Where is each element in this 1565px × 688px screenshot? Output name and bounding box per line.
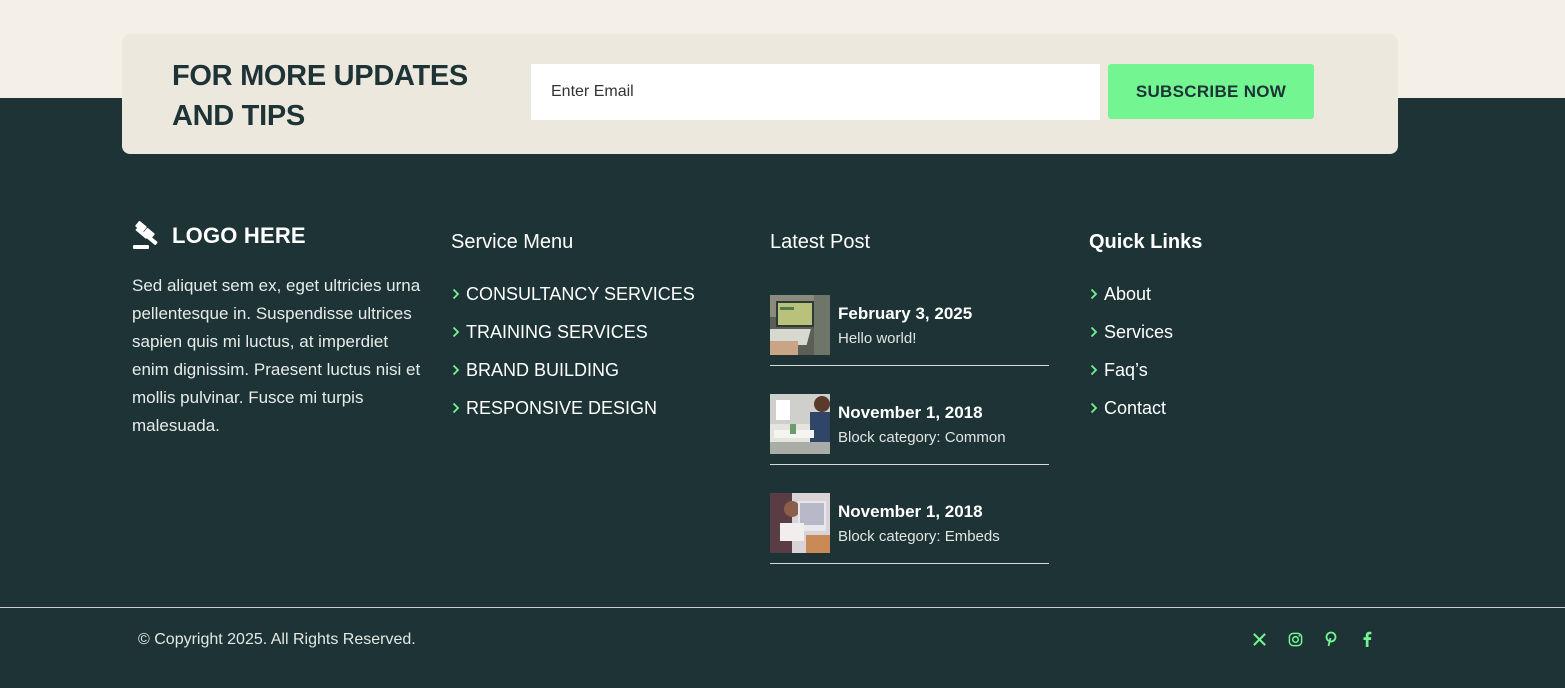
x-icon[interactable]	[1249, 629, 1269, 649]
chevron-right-icon	[452, 326, 460, 338]
quick-link-label: Faq’s	[1104, 359, 1148, 380]
quick-link-label: Contact	[1104, 397, 1167, 418]
email-input[interactable]	[531, 64, 1100, 120]
quick-links-list: About Services Faq’s Contact	[1089, 275, 1379, 427]
facebook-icon[interactable]	[1357, 629, 1377, 649]
newsletter-banner: FOR MORE UPDATES AND TIPS SUBSCRIBE NOW	[122, 34, 1398, 154]
post-item[interactable]: February 3, 2025 Hello world!	[770, 295, 1049, 366]
service-menu-item[interactable]: BRAND BUILDING	[451, 351, 741, 389]
quick-link-item[interactable]: Faq’s	[1089, 351, 1379, 389]
service-menu-item[interactable]: RESPONSIVE DESIGN	[451, 389, 741, 427]
service-menu-label: RESPONSIVE DESIGN	[466, 397, 658, 418]
post-date: February 3, 2025	[838, 304, 973, 323]
post-text: February 3, 2025 Hello world!	[838, 295, 972, 347]
service-menu-item[interactable]: TRAINING SERVICES	[451, 313, 741, 351]
chevron-right-icon	[452, 364, 460, 376]
subscribe-button[interactable]: SUBSCRIBE NOW	[1108, 64, 1314, 119]
post-date: November 1, 2018	[838, 403, 983, 422]
post-thumbnail-workspace[interactable]	[770, 493, 830, 553]
chevron-right-icon	[452, 288, 460, 300]
post-title[interactable]: Block category: Embeds	[838, 528, 1000, 545]
latest-post-list: February 3, 2025 Hello world! November 1…	[770, 295, 1049, 564]
quick-links-title: Quick Links	[1089, 231, 1203, 253]
post-title[interactable]: Hello world!	[838, 330, 972, 347]
chevron-right-icon	[1090, 364, 1098, 376]
latest-post-title: Latest Post	[770, 231, 871, 253]
logo-text: LOGO HERE	[172, 223, 306, 248]
quick-links-column: Quick Links About Services Faq’s Contact	[1089, 218, 1379, 427]
service-menu-list: CONSULTANCY SERVICES TRAINING SERVICES B…	[451, 275, 741, 427]
service-menu-label: TRAINING SERVICES	[466, 321, 648, 342]
post-thumbnail-desk[interactable]	[770, 394, 830, 454]
instagram-icon[interactable]	[1285, 629, 1305, 649]
quick-link-label: About	[1104, 283, 1152, 304]
latest-post-column: Latest Post February 3, 2025 Hello world…	[770, 218, 1049, 592]
chevron-right-icon	[1090, 326, 1098, 338]
pinterest-icon[interactable]	[1321, 629, 1341, 649]
post-thumbnail-laptop[interactable]	[770, 295, 830, 355]
chevron-right-icon	[1090, 402, 1098, 414]
post-title[interactable]: Block category: Common	[838, 429, 1006, 446]
logo[interactable]: LOGO HERE	[132, 218, 422, 254]
post-item[interactable]: November 1, 2018 Block category: Common	[770, 394, 1049, 465]
service-menu-label: BRAND BUILDING	[466, 359, 620, 380]
service-menu-label: CONSULTANCY SERVICES	[466, 283, 695, 304]
chevron-right-icon	[452, 402, 460, 414]
gavel-icon	[133, 221, 158, 249]
post-date: November 1, 2018	[838, 502, 983, 521]
post-text: November 1, 2018 Block category: Embeds	[838, 493, 1000, 545]
post-text: November 1, 2018 Block category: Common	[838, 394, 1006, 446]
newsletter-title: FOR MORE UPDATES AND TIPS	[172, 60, 468, 132]
chevron-right-icon	[1090, 288, 1098, 300]
quick-link-label: Services	[1104, 321, 1174, 342]
post-item[interactable]: November 1, 2018 Block category: Embeds	[770, 493, 1049, 564]
service-menu-column: Service Menu CONSULTANCY SERVICES TRAINI…	[451, 218, 741, 427]
social-links	[1249, 629, 1393, 649]
footer-brand-column: LOGO HERE Sed aliquet sem ex, eget ultri…	[132, 218, 422, 440]
quick-link-item[interactable]: Services	[1089, 313, 1379, 351]
service-menu-item[interactable]: CONSULTANCY SERVICES	[451, 275, 741, 313]
quick-link-item[interactable]: Contact	[1089, 389, 1379, 427]
service-menu-title: Service Menu	[451, 231, 574, 253]
footer-divider	[0, 607, 1565, 608]
copyright-text: © Copyright 2025. All Rights Reserved.	[138, 631, 416, 648]
brand-description: Sed aliquet sem ex, eget ultricies urna …	[132, 276, 421, 435]
quick-link-item[interactable]: About	[1089, 275, 1379, 313]
